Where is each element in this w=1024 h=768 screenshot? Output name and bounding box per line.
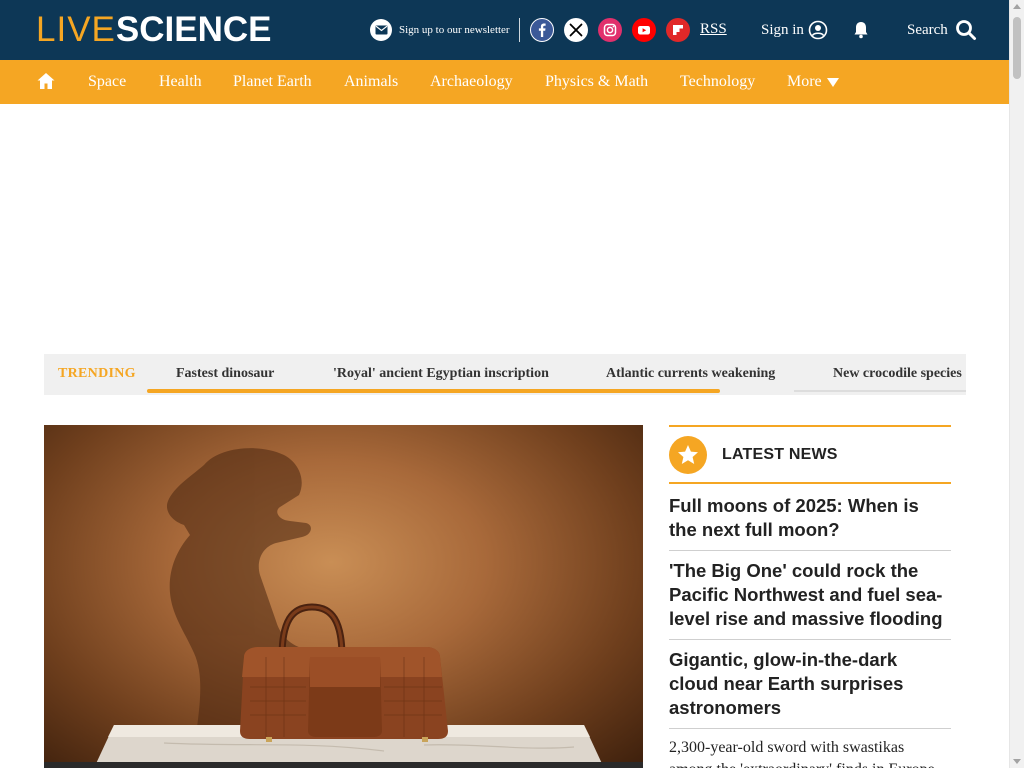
latest-news-title: LATEST NEWS <box>722 445 838 463</box>
scrollbar-thumb[interactable] <box>1013 17 1021 79</box>
nav-item-space[interactable]: Space <box>88 73 126 91</box>
facebook-icon[interactable] <box>530 18 554 42</box>
header-divider <box>519 18 520 42</box>
scroll-down-arrow-icon[interactable] <box>1013 759 1021 764</box>
search-button[interactable]: Search <box>907 18 977 42</box>
search-label: Search <box>907 21 948 38</box>
trending-item[interactable]: New crocodile species <box>833 366 962 382</box>
hero-article-image[interactable] <box>44 425 643 768</box>
star-icon <box>669 435 707 474</box>
top-header: LIVE SCIENCE Sign up to our newsletter RS… <box>0 0 1009 60</box>
envelope-icon <box>370 19 392 41</box>
newsletter-label: Sign up to our newsletter <box>399 24 510 36</box>
logo-part-live: LIVE <box>36 10 116 49</box>
nav-item-archaeology[interactable]: Archaeology <box>430 73 513 91</box>
instagram-icon[interactable] <box>598 18 622 42</box>
youtube-icon[interactable] <box>632 18 656 42</box>
main-nav: Space Health Planet Earth Animals Archae… <box>0 60 1009 104</box>
trending-bar: TRENDING Fastest dinosaur 'Royal' ancien… <box>44 354 966 395</box>
caret-down-icon <box>826 78 839 87</box>
latest-news-link[interactable]: Gigantic, glow-in-the-dark cloud near Ea… <box>669 648 951 720</box>
trending-label: TRENDING <box>58 366 136 381</box>
trending-scroll-track <box>794 390 966 392</box>
scroll-up-arrow-icon[interactable] <box>1013 4 1021 9</box>
logo-part-science: SCIENCE <box>115 10 272 49</box>
flipboard-icon[interactable] <box>666 18 690 42</box>
latest-news-panel: LATEST NEWS Full moons of 2025: When is … <box>669 425 951 768</box>
nav-more-label: More <box>787 73 822 90</box>
latest-news-link[interactable]: 'The Big One' could rock the Pacific Nor… <box>669 559 951 631</box>
nav-item-health[interactable]: Health <box>159 73 202 91</box>
dinosaur-shadow-handbag-illustration <box>94 448 604 768</box>
latest-news-item[interactable]: Gigantic, glow-in-the-dark cloud near Ea… <box>669 640 951 729</box>
site-logo[interactable]: LIVE SCIENCE <box>36 10 272 49</box>
page-scrollbar[interactable] <box>1009 0 1024 768</box>
latest-news-item[interactable]: Full moons of 2025: When is the next ful… <box>669 484 951 551</box>
latest-news-link[interactable]: Full moons of 2025: When is the next ful… <box>669 494 951 542</box>
latest-news-link[interactable]: 2,300-year-old sword with swastikas amon… <box>669 737 951 768</box>
latest-news-header: LATEST NEWS <box>669 427 951 484</box>
nav-item-planet-earth[interactable]: Planet Earth <box>233 73 312 91</box>
trending-item[interactable]: Fastest dinosaur <box>176 366 274 382</box>
newsletter-signup-link[interactable]: Sign up to our newsletter <box>370 18 510 42</box>
x-icon[interactable] <box>564 18 588 42</box>
sign-in-label: Sign in <box>761 21 804 38</box>
trending-item[interactable]: Atlantic currents weakening <box>606 366 775 382</box>
nav-item-animals[interactable]: Animals <box>344 73 398 91</box>
nav-more-dropdown[interactable]: More <box>787 73 839 91</box>
search-icon <box>955 20 976 40</box>
nav-item-physics-math[interactable]: Physics & Math <box>545 73 648 91</box>
nav-item-technology[interactable]: Technology <box>680 73 755 91</box>
latest-news-item[interactable]: 'The Big One' could rock the Pacific Nor… <box>669 551 951 640</box>
notification-bell-icon[interactable] <box>851 20 871 40</box>
sign-in-button[interactable]: Sign in <box>761 18 828 42</box>
latest-news-item[interactable]: 2,300-year-old sword with swastikas amon… <box>669 729 951 768</box>
rss-link[interactable]: RSS <box>700 21 727 38</box>
hero-caption-bar <box>44 762 643 768</box>
trending-scroll-progress <box>147 389 720 393</box>
user-icon <box>808 20 828 40</box>
trending-item[interactable]: 'Royal' ancient Egyptian inscription <box>333 366 549 382</box>
home-icon[interactable] <box>36 71 56 91</box>
